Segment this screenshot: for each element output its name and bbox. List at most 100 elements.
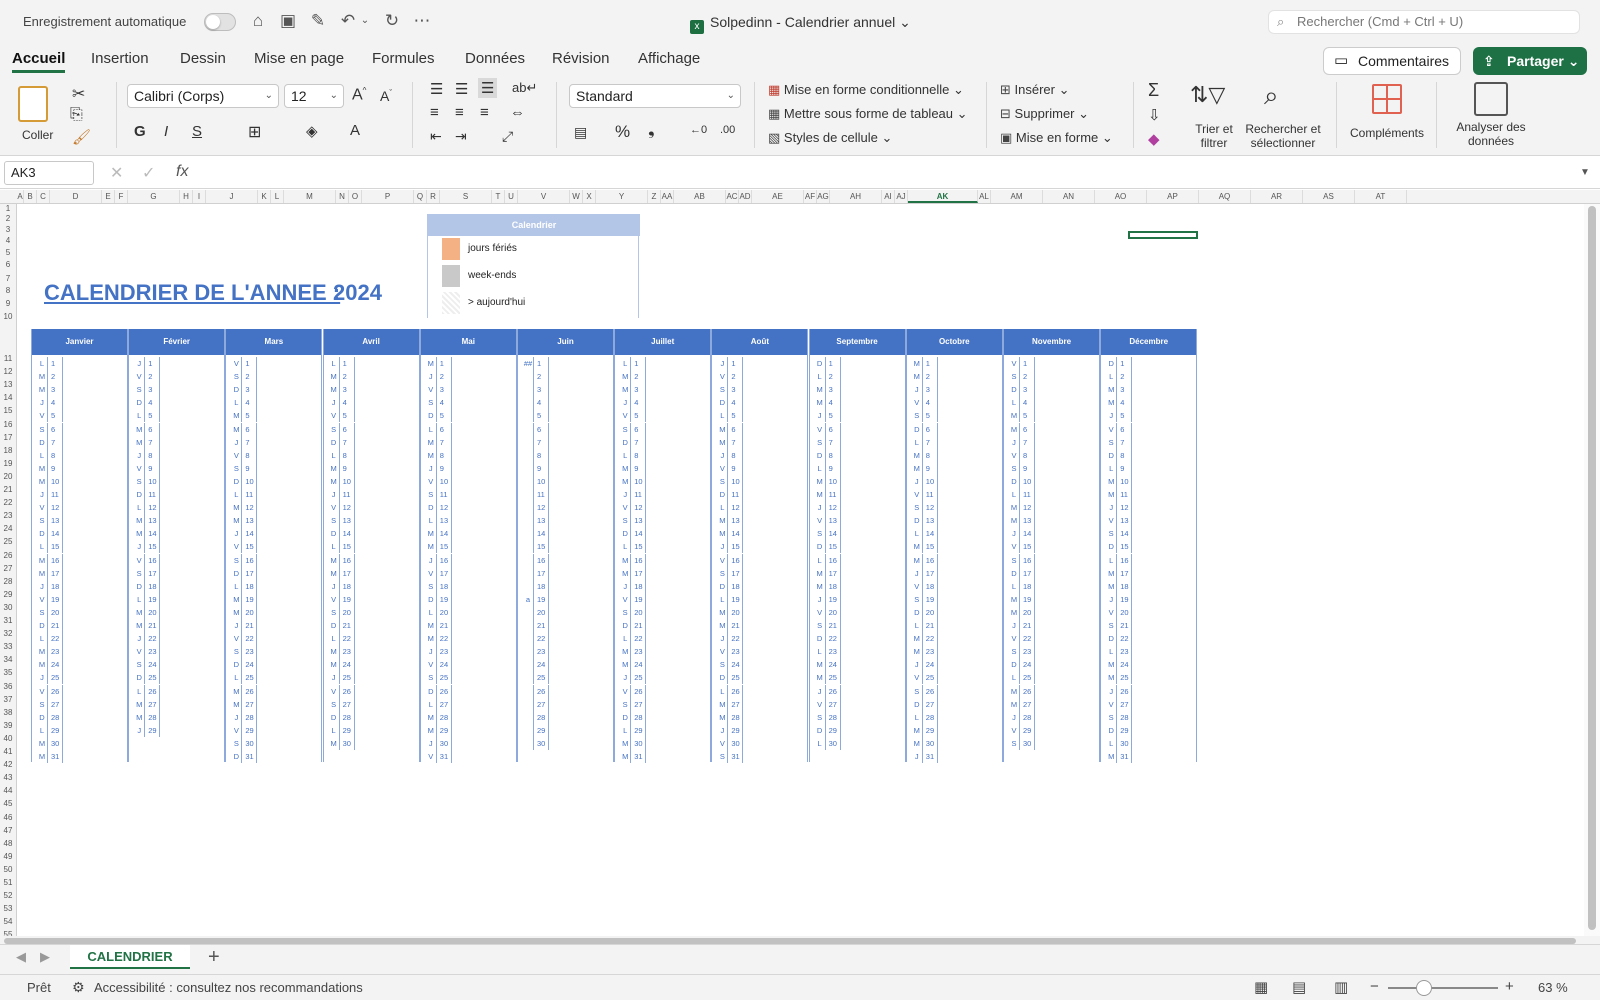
day-row[interactable]: 12 [518, 501, 613, 515]
increase-font-icon[interactable]: A^ [352, 86, 366, 104]
day-row[interactable]: 22 [518, 632, 613, 646]
day-row[interactable]: L 21 [907, 619, 1002, 632]
day-row[interactable]: D 11 [712, 488, 807, 501]
day-row[interactable]: M 17 [1101, 566, 1196, 580]
day-row[interactable]: D 14 [324, 527, 419, 541]
column-header[interactable]: AO [1095, 190, 1147, 203]
row-header[interactable]: 8 [0, 286, 16, 298]
row-header[interactable]: 7 [0, 274, 16, 286]
day-row[interactable]: S 10 [712, 474, 807, 488]
percent-icon[interactable]: % [615, 122, 630, 142]
day-row[interactable]: M6 [226, 422, 321, 436]
day-row[interactable]: M 29 [421, 723, 516, 737]
row-header[interactable]: 52 [0, 891, 16, 903]
day-row[interactable]: M 20 [226, 605, 321, 619]
day-row[interactable]: M9 [32, 461, 127, 475]
column-header[interactable]: AI [882, 190, 895, 203]
row-header[interactable]: 37 [0, 695, 16, 707]
day-row[interactable]: V 23 [129, 645, 224, 659]
row-header[interactable]: 51 [0, 878, 16, 890]
column-header[interactable]: AC [726, 190, 739, 203]
day-row[interactable]: 10 [518, 474, 613, 488]
day-row[interactable]: M 28 [129, 710, 224, 724]
day-row[interactable]: 7 [518, 435, 613, 449]
row-header[interactable]: 25 [0, 537, 16, 549]
day-row[interactable]: S2 [1004, 370, 1099, 384]
day-row[interactable]: V1 [226, 357, 321, 370]
cancel-icon[interactable]: ✕ [110, 163, 123, 183]
day-row[interactable]: D3 [226, 383, 321, 397]
column-header[interactable]: A [17, 190, 24, 203]
format-cells-button[interactable]: ▣ Mise en forme ⌄ [1000, 130, 1113, 146]
align-left-icon[interactable]: ≡ [430, 104, 439, 121]
column-header[interactable]: AN [1043, 190, 1095, 203]
copy-icon[interactable]: ⎘ [70, 106, 83, 124]
day-row[interactable]: M7 [129, 435, 224, 449]
sheet-grid[interactable]: CALENDRIER DE L'ANNEE : 2024 Calendrier … [17, 204, 1583, 936]
day-row[interactable]: M 14 [129, 527, 224, 541]
find-select-button[interactable]: ⌕ Rechercher et sélectionner [1240, 80, 1326, 150]
day-row[interactable]: V4 [907, 396, 1002, 410]
day-row[interactable]: M 19 [226, 592, 321, 606]
row-header[interactable]: 41 [0, 747, 16, 759]
day-row[interactable]: D 18 [129, 579, 224, 593]
day-row[interactable]: V 31 [421, 750, 516, 763]
day-row[interactable]: D 19 [421, 592, 516, 606]
day-row[interactable]: M 14 [421, 527, 516, 541]
borders-icon[interactable]: ⊞ [248, 122, 261, 142]
merge-cells-icon[interactable]: ⇔ [510, 104, 525, 121]
day-row[interactable]: S 27 [32, 697, 127, 711]
zoom-level[interactable]: 63 % [1538, 980, 1568, 995]
day-row[interactable]: L 26 [712, 684, 807, 698]
analyze-data-button[interactable]: Analyser des données [1444, 82, 1538, 148]
day-row[interactable]: L 27 [421, 697, 516, 711]
align-middle-icon[interactable]: ☰ [455, 80, 468, 98]
day-row[interactable]: M 27 [129, 697, 224, 711]
row-header[interactable]: 30 [0, 603, 16, 615]
day-row[interactable]: M 28 [421, 710, 516, 724]
day-row[interactable]: V 19 [615, 592, 710, 606]
format-painter-icon[interactable]: 🖌 [72, 128, 91, 146]
day-row[interactable]: V 23 [712, 645, 807, 659]
day-row[interactable]: M 17 [615, 566, 710, 580]
column-header[interactable]: L [271, 190, 284, 203]
day-row[interactable]: V 24 [421, 658, 516, 672]
day-row[interactable]: M 16 [32, 553, 127, 567]
day-row[interactable]: S 13 [32, 514, 127, 528]
day-row[interactable]: L 23 [1101, 645, 1196, 659]
vertical-scrollbar[interactable] [1584, 204, 1600, 936]
row-header[interactable]: 12 [0, 367, 16, 379]
day-row[interactable]: S 19 [907, 592, 1002, 606]
font-name-select[interactable]: Calibri (Corps) ⌄ [127, 84, 279, 108]
day-row[interactable]: L 25 [1004, 671, 1099, 685]
day-row[interactable]: J 15 [712, 540, 807, 554]
name-box[interactable]: AK3 [4, 161, 94, 185]
column-header[interactable]: AL [978, 190, 991, 203]
day-row[interactable]: L 12 [129, 501, 224, 515]
day-row[interactable]: V6 [810, 422, 905, 436]
day-row[interactable]: V2 [712, 370, 807, 384]
day-row[interactable]: M 21 [129, 619, 224, 632]
day-row[interactable]: M 30 [907, 736, 1002, 750]
day-row[interactable]: M6 [1004, 422, 1099, 436]
day-row[interactable]: V 15 [1004, 540, 1099, 554]
day-row[interactable]: M9 [615, 461, 710, 475]
conditional-format-button[interactable]: ▦ Mise en forme conditionnelle ⌄ [768, 82, 964, 98]
row-header[interactable]: 48 [0, 839, 16, 851]
day-row[interactable]: D 11 [129, 488, 224, 501]
day-row[interactable]: M 11 [810, 488, 905, 501]
accounting-format-icon[interactable]: ▤ [574, 124, 587, 141]
tab-mise-en-page[interactable]: Mise en page [254, 50, 344, 67]
day-row[interactable]: L9 [1101, 461, 1196, 475]
day-row[interactable]: L 20 [421, 605, 516, 619]
day-row[interactable]: J9 [421, 461, 516, 475]
column-header[interactable]: AH [830, 190, 882, 203]
day-row[interactable]: M 25 [810, 671, 905, 685]
day-row[interactable]: D 18 [712, 579, 807, 593]
day-row[interactable]: M8 [907, 448, 1002, 462]
day-row[interactable]: M 24 [32, 658, 127, 672]
day-row[interactable]: D 20 [907, 605, 1002, 619]
font-color-icon[interactable]: A [350, 122, 360, 139]
scroll-thumb[interactable] [1588, 206, 1596, 930]
day-row[interactable]: M 15 [421, 540, 516, 554]
